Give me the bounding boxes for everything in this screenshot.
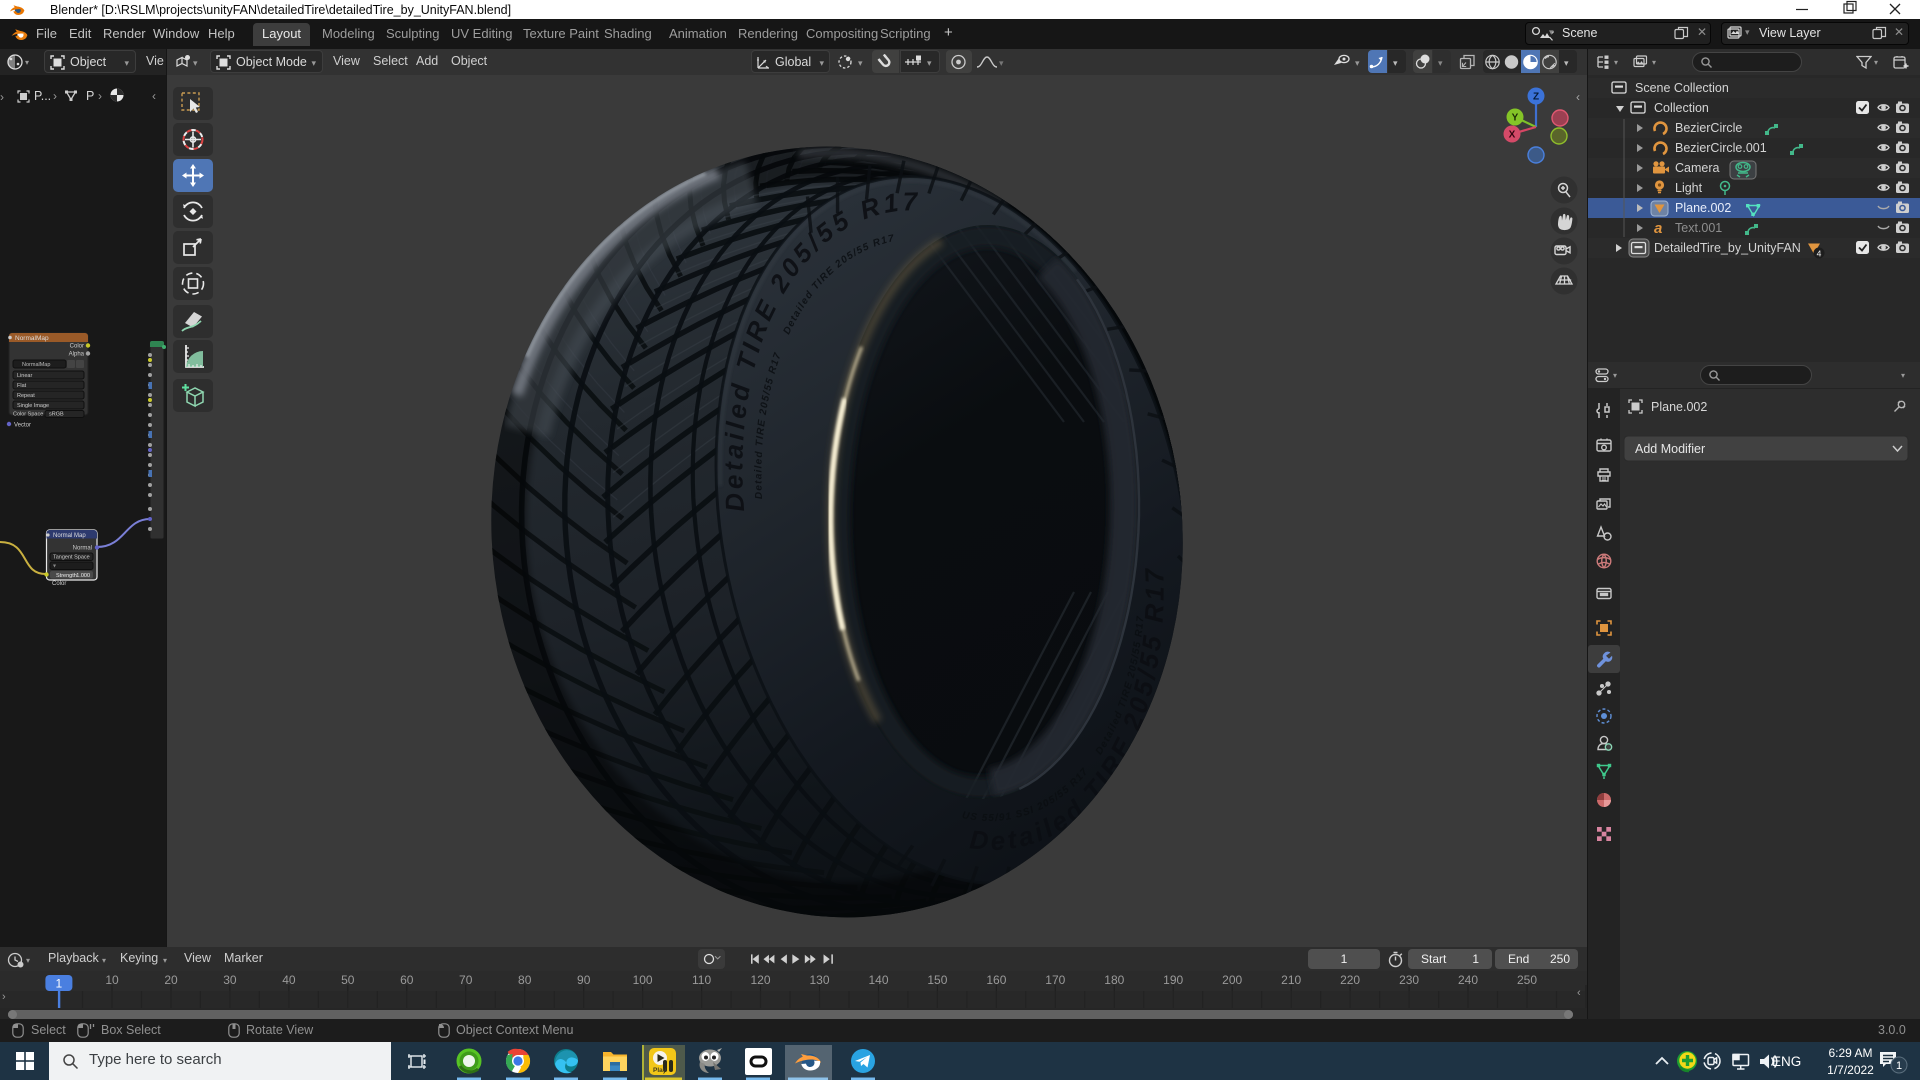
svg-text:Vector: Vector	[14, 423, 31, 429]
svg-text:50: 50	[341, 973, 355, 987]
svg-text:110: 110	[692, 973, 711, 987]
svg-text:Z: Z	[1533, 92, 1539, 103]
svg-text:Text.001: Text.001	[1675, 221, 1722, 235]
svg-text:‹: ‹	[152, 89, 156, 103]
svg-text:Repeat: Repeat	[17, 393, 35, 399]
svg-text:1: 1	[1896, 1060, 1902, 1072]
svg-text:Color Space: Color Space	[13, 412, 43, 418]
svg-text:P: P	[86, 89, 94, 103]
svg-text:Strength: Strength	[56, 573, 77, 579]
svg-text:Collection: Collection	[1654, 101, 1709, 115]
svg-text:240: 240	[1458, 973, 1478, 987]
svg-text:▾: ▾	[53, 564, 56, 570]
svg-text:Add Modifier: Add Modifier	[1635, 442, 1705, 456]
svg-text:DetailedTire_by_UnityFAN: DetailedTire_by_UnityFAN	[1654, 241, 1801, 255]
svg-text:70: 70	[459, 973, 473, 987]
svg-text:Color: Color	[70, 344, 84, 350]
svg-text:Alpha: Alpha	[69, 352, 85, 358]
svg-text:Normal: Normal	[73, 546, 92, 552]
svg-text:Plane.002: Plane.002	[1651, 400, 1707, 414]
svg-text:Y: Y	[1512, 113, 1519, 124]
svg-text:140: 140	[868, 973, 888, 987]
svg-text:sRGB: sRGB	[49, 412, 64, 418]
svg-text:10: 10	[105, 973, 119, 987]
svg-text:210: 210	[1281, 973, 1301, 987]
svg-text:190: 190	[1163, 973, 1183, 987]
svg-text:160: 160	[986, 973, 1006, 987]
svg-text:BezierCircle.001: BezierCircle.001	[1675, 141, 1767, 155]
svg-text:200: 200	[1222, 973, 1242, 987]
svg-text:BezierCircle: BezierCircle	[1675, 121, 1742, 135]
svg-text:›: ›	[53, 89, 57, 103]
svg-text:100: 100	[633, 973, 653, 987]
svg-text:Tangent Space: Tangent Space	[53, 555, 90, 561]
svg-text:1: 1	[56, 977, 63, 991]
svg-text:80: 80	[518, 973, 532, 987]
svg-text:120: 120	[750, 973, 770, 987]
svg-text:Camera: Camera	[1675, 161, 1720, 175]
svg-text:60: 60	[400, 973, 414, 987]
svg-text:Normal Map: Normal Map	[53, 533, 86, 539]
svg-text:180: 180	[1104, 973, 1124, 987]
svg-text:›: ›	[0, 90, 4, 104]
svg-text:40: 40	[282, 973, 296, 987]
svg-text:NormalMap: NormalMap	[22, 362, 50, 368]
svg-text:20: 20	[164, 973, 178, 987]
svg-text:Single Image: Single Image	[17, 403, 49, 409]
svg-text:30: 30	[223, 973, 237, 987]
svg-text:1.000: 1.000	[76, 573, 90, 579]
svg-text:Light: Light	[1675, 181, 1703, 195]
svg-text:NormalMap: NormalMap	[15, 335, 49, 342]
svg-text:230: 230	[1399, 973, 1419, 987]
svg-text:Flat: Flat	[17, 383, 27, 389]
svg-text:P...: P...	[34, 89, 51, 103]
svg-text:Plane.002: Plane.002	[1675, 201, 1731, 215]
svg-text:›: ›	[98, 89, 102, 103]
svg-text:150: 150	[927, 973, 947, 987]
svg-text:Play: Play	[653, 1067, 667, 1074]
svg-text:Color: Color	[52, 581, 66, 587]
svg-text:130: 130	[809, 973, 829, 987]
svg-text:X: X	[1509, 130, 1516, 141]
svg-text:4: 4	[1817, 249, 1822, 259]
svg-text:250: 250	[1517, 973, 1537, 987]
svg-text:a: a	[1654, 220, 1662, 237]
svg-text:170: 170	[1045, 973, 1065, 987]
svg-text:220: 220	[1340, 973, 1360, 987]
svg-text:Scene Collection: Scene Collection	[1635, 81, 1729, 95]
svg-text:90: 90	[577, 973, 591, 987]
svg-text:Linear: Linear	[17, 373, 32, 379]
